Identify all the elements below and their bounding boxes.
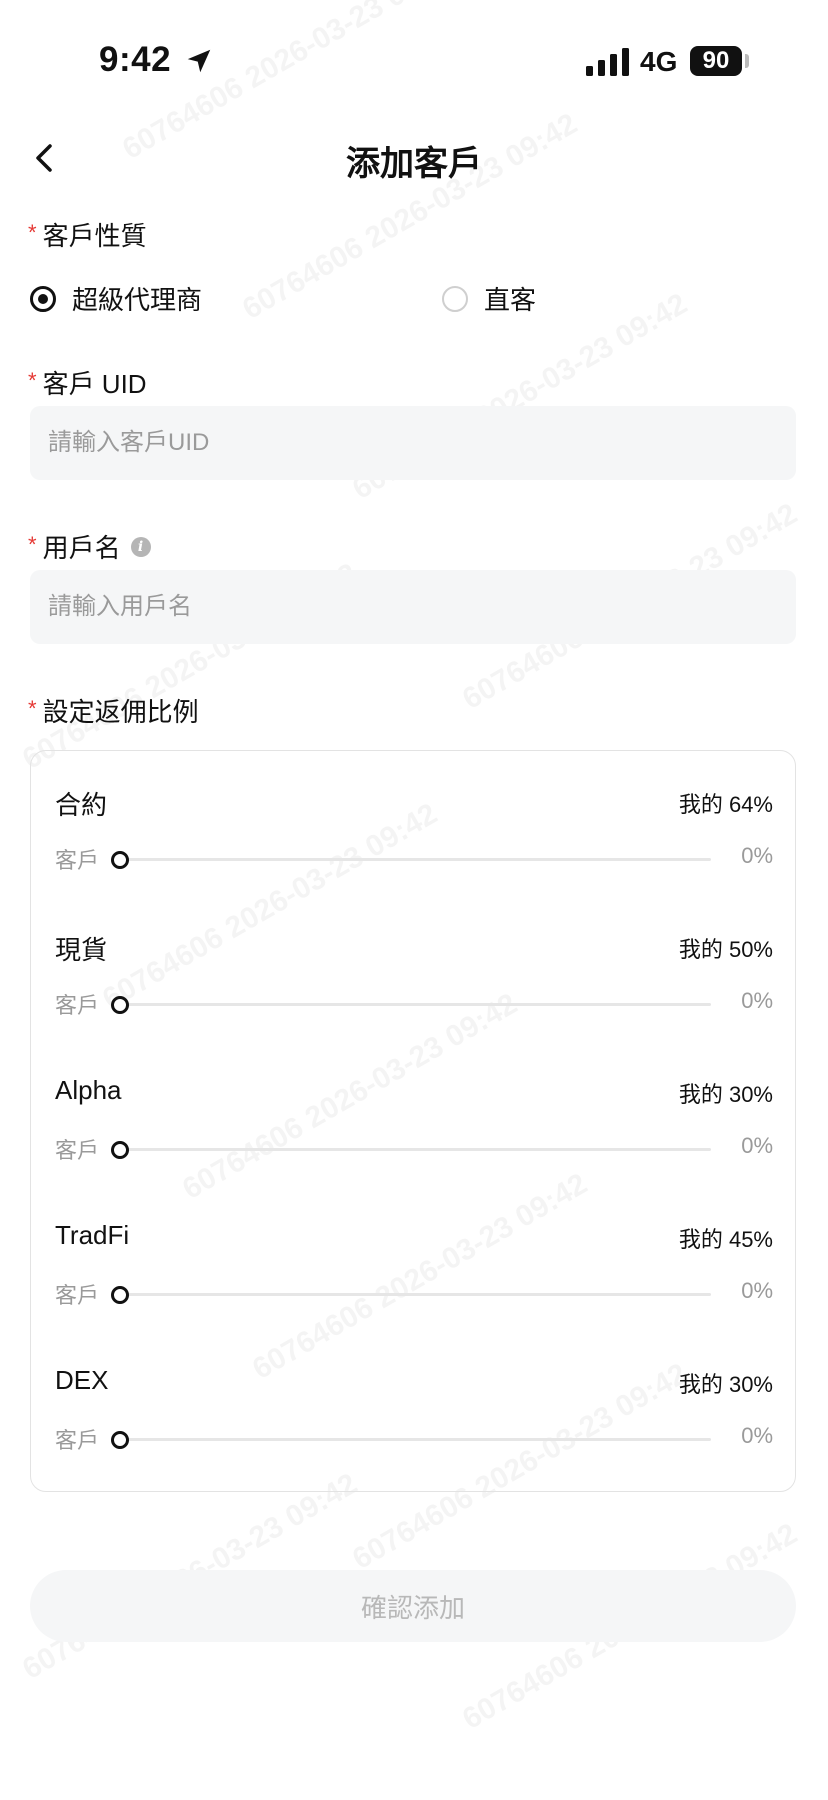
client-rebate-slider[interactable] <box>111 990 711 1020</box>
page-title: 添加客戶 <box>346 145 482 183</box>
uid-input[interactable] <box>30 406 796 480</box>
rebate-my-share: 我的 30% <box>678 1082 773 1107</box>
slider-thumb[interactable] <box>111 1286 129 1304</box>
status-time: 9:42 <box>99 40 172 79</box>
rebate-ratio-label: * 設定返佣比例 <box>28 695 199 728</box>
rebate-card: 合約 我的 64% 客戶 0% 現貨 我的 50% 客戶 0% Alpha 我的… <box>30 750 796 1492</box>
rebate-item-contract: 合約 我的 64% 客戶 0% <box>31 785 797 905</box>
uid-label: * 客戶 UID <box>28 367 147 400</box>
radio-direct-client[interactable]: 直客 <box>442 280 536 317</box>
slider-thumb[interactable] <box>111 996 129 1014</box>
client-rebate-slider[interactable] <box>111 1280 711 1310</box>
rebate-item-name: DEX <box>55 1365 109 1395</box>
required-asterisk: * <box>28 367 37 393</box>
slider-track <box>111 1438 711 1441</box>
rebate-my-share: 我的 50% <box>678 937 773 962</box>
rebate-item-name: 現貨 <box>55 935 108 965</box>
customer-type-radio-group: 超級代理商 直客 <box>28 280 800 320</box>
rebate-item-tradfi: TradFi 我的 45% 客戶 0% <box>31 1220 797 1340</box>
required-asterisk: * <box>28 219 37 245</box>
client-rebate-value: 0% <box>741 1423 773 1448</box>
client-rebate-slider[interactable] <box>111 1135 711 1165</box>
client-rebate-slider[interactable] <box>111 845 711 875</box>
rebate-item-name: TradFi <box>55 1220 130 1250</box>
location-arrow-icon <box>187 49 211 73</box>
network-label: 4G <box>640 46 678 77</box>
rebate-item-alpha: Alpha 我的 30% 客戶 0% <box>31 1075 797 1195</box>
battery-cap <box>745 54 749 68</box>
rebate-item-name: Alpha <box>55 1075 122 1105</box>
radio-super-agent[interactable]: 超級代理商 <box>30 280 202 317</box>
client-label: 客戶 <box>55 993 100 1018</box>
client-label: 客戶 <box>55 848 100 873</box>
username-label: * 用戶名 i <box>28 528 151 565</box>
client-label: 客戶 <box>55 1428 100 1453</box>
slider-thumb[interactable] <box>111 851 129 869</box>
confirm-add-button[interactable]: 確認添加 <box>30 1570 796 1642</box>
slider-thumb[interactable] <box>111 1141 129 1159</box>
slider-track <box>111 1293 711 1296</box>
slider-thumb[interactable] <box>111 1431 129 1449</box>
client-rebate-slider[interactable] <box>111 1425 711 1455</box>
radio-unchecked-icon <box>442 285 468 312</box>
rebate-my-share: 我的 45% <box>678 1227 773 1252</box>
required-asterisk: * <box>28 531 37 557</box>
customer-type-label: * 客戶性質 <box>28 219 147 252</box>
client-label: 客戶 <box>55 1283 100 1308</box>
client-rebate-value: 0% <box>741 1278 773 1303</box>
slider-track <box>111 858 711 861</box>
username-input[interactable] <box>30 570 796 644</box>
client-label: 客戶 <box>55 1138 100 1163</box>
client-rebate-value: 0% <box>741 988 773 1013</box>
slider-track <box>111 1003 711 1006</box>
info-icon[interactable]: i <box>130 536 151 557</box>
radio-checked-icon <box>30 285 56 312</box>
rebate-item-dex: DEX 我的 30% 客戶 0% <box>31 1365 797 1485</box>
client-rebate-value: 0% <box>741 843 773 868</box>
rebate-item-name: 合約 <box>55 790 108 820</box>
rebate-item-spot: 現貨 我的 50% 客戶 0% <box>31 930 797 1050</box>
cellular-signal-icon <box>586 48 629 76</box>
status-bar: 9:42 4G 90 <box>0 0 828 120</box>
battery-icon: 90 <box>690 46 742 76</box>
slider-track <box>111 1148 711 1151</box>
rebate-my-share: 我的 64% <box>678 792 773 817</box>
client-rebate-value: 0% <box>741 1133 773 1158</box>
required-asterisk: * <box>28 695 37 721</box>
rebate-my-share: 我的 30% <box>678 1372 773 1397</box>
